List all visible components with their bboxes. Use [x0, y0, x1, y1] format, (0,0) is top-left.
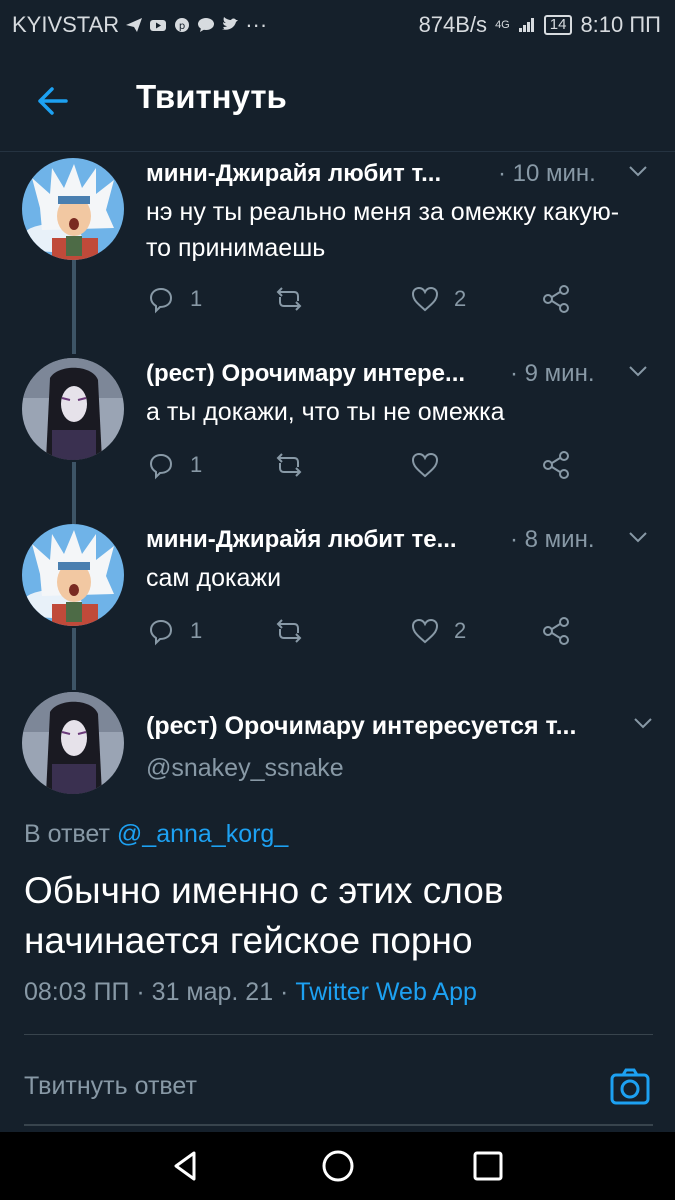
- like-count: 2: [454, 618, 467, 643]
- like-button[interactable]: 2: [410, 616, 466, 646]
- recents-square-icon[interactable]: [470, 1148, 506, 1184]
- tweet-time: · 8 мин.: [510, 526, 595, 553]
- clock: 8:10 ПП: [580, 12, 661, 37]
- source-app-link[interactable]: Twitter Web App: [295, 978, 477, 1006]
- retweet-button[interactable]: [274, 616, 318, 646]
- main-tweet-text: Обычно именно с этих слов начинается гей…: [24, 870, 504, 961]
- back-arrow-icon[interactable]: [30, 78, 76, 124]
- home-circle-icon[interactable]: [320, 1148, 356, 1184]
- back-triangle-icon[interactable]: [168, 1148, 204, 1184]
- reply-button[interactable]: 1: [146, 450, 202, 480]
- camera-icon[interactable]: [609, 1066, 651, 1108]
- more-notifications: ···: [245, 12, 268, 37]
- network-speed: 874B/s: [418, 12, 488, 37]
- retweet-button[interactable]: [274, 450, 318, 480]
- reply-to-line: В ответ @_anna_korg_: [24, 820, 288, 849]
- twitter-bird-icon: [222, 17, 239, 30]
- chat-icon: [198, 18, 215, 32]
- send-icon: [126, 18, 143, 32]
- retweet-icon: [276, 619, 302, 643]
- share-icon: [543, 285, 569, 313]
- tweet-header: мини-Джирайя любит те... · 8 мин.: [146, 524, 655, 556]
- orochimaru-avatar-image: [22, 358, 124, 460]
- tweet-actions: 1 2: [146, 284, 586, 318]
- orochimaru-avatar-image: [22, 692, 124, 794]
- divider: [24, 1034, 653, 1035]
- avatar[interactable]: [22, 158, 124, 260]
- reply-icon: [149, 453, 173, 480]
- reply-count: 1: [190, 286, 203, 311]
- tweet-header: мини-Джирайя любит т... · 10 мин.: [146, 158, 655, 190]
- system-nav-bar: [0, 1132, 675, 1200]
- thread-tweet[interactable]: мини-Джирайя любит т... · 10 мин. нэ ну …: [0, 158, 675, 343]
- page-title: Твитнуть: [136, 78, 287, 115]
- svg-text:p: p: [179, 21, 185, 32]
- tweet-actions: 1: [146, 450, 586, 484]
- author-name[interactable]: мини-Джирайя любит т...: [146, 160, 441, 188]
- heart-icon: [411, 452, 439, 478]
- reply-composer[interactable]: Твитнуть ответ: [0, 1048, 675, 1130]
- tweet-text: а ты докажи, что ты не омежка: [146, 398, 505, 426]
- avatar[interactable]: [22, 524, 124, 626]
- tweet-text: сам докажи: [146, 564, 282, 592]
- chevron-down-icon[interactable]: [625, 358, 651, 384]
- carrier-label: KYIVSTAR: [12, 12, 120, 37]
- youtube-icon: [150, 20, 167, 31]
- pinterest-icon: p: [175, 18, 190, 32]
- tweet-datetime: 08:03 ПП · 31 мар. 21 ·: [24, 978, 296, 1006]
- chevron-down-icon[interactable]: [625, 158, 651, 184]
- battery-level: 14: [549, 16, 567, 33]
- main-author-name[interactable]: (рест) Орочимару интересуется т...: [146, 712, 576, 741]
- chevron-down-icon[interactable]: [625, 524, 651, 550]
- like-count: 2: [454, 286, 467, 311]
- tweet-meta: 08:03 ПП · 31 мар. 21 · Twitter Web App: [24, 978, 477, 1007]
- share-button[interactable]: [542, 616, 572, 646]
- tweet-actions: 1 2: [146, 616, 586, 650]
- main-author-handle[interactable]: @snakey_ssnake: [146, 754, 344, 783]
- heart-icon: [411, 618, 439, 644]
- avatar[interactable]: [22, 358, 124, 460]
- main-tweet-avatar[interactable]: [22, 692, 124, 794]
- signal-icon: [518, 18, 534, 32]
- reply-to-link[interactable]: @_anna_korg_: [117, 820, 288, 848]
- chevron-down-icon[interactable]: [630, 710, 656, 736]
- tweet-header: (рест) Орочимару интере... · 9 мин.: [146, 358, 655, 390]
- status-bar: KYIVSTAR p ··· 874B/s 4G 14 8:10 ПП: [0, 0, 675, 48]
- like-button[interactable]: [410, 450, 454, 480]
- author-name[interactable]: (рест) Орочимару интере...: [146, 360, 465, 388]
- thread-tweet[interactable]: (рест) Орочимару интере... · 9 мин. а ты…: [0, 358, 675, 498]
- share-icon: [543, 617, 569, 645]
- share-button[interactable]: [542, 450, 572, 480]
- reply-button[interactable]: 1: [146, 616, 202, 646]
- network-type: 4G: [495, 19, 510, 31]
- jiraiya-avatar-image: [22, 158, 124, 260]
- author-name[interactable]: мини-Джирайя любит те...: [146, 526, 457, 554]
- heart-icon: [411, 286, 439, 312]
- like-button[interactable]: 2: [410, 284, 466, 314]
- reply-count: 1: [190, 452, 203, 477]
- reply-icon: [149, 287, 173, 314]
- reply-count: 1: [190, 618, 203, 643]
- status-left: KYIVSTAR p ···: [12, 12, 267, 38]
- tweet-time: · 10 мин.: [498, 160, 596, 187]
- retweet-icon: [276, 453, 302, 477]
- status-right: 874B/s 4G 14 8:10 ПП: [419, 12, 661, 38]
- share-button[interactable]: [542, 284, 572, 314]
- tweet-time: · 9 мин.: [510, 360, 595, 387]
- reply-to-prefix: В ответ: [24, 820, 117, 848]
- retweet-icon: [276, 287, 302, 311]
- reply-input[interactable]: Твитнуть ответ: [24, 1072, 197, 1101]
- thread-tweet[interactable]: мини-Джирайя любит те... · 8 мин. сам до…: [0, 524, 675, 664]
- app-header: Твитнуть: [0, 48, 675, 152]
- reply-icon: [149, 619, 173, 646]
- battery-icon: 14: [543, 15, 573, 35]
- tweet-text: нэ ну ты реально меня за омежку какую-то…: [146, 198, 620, 262]
- share-icon: [543, 451, 569, 479]
- reply-input-underline: [24, 1124, 653, 1126]
- jiraiya-avatar-image: [22, 524, 124, 626]
- reply-button[interactable]: 1: [146, 284, 202, 314]
- retweet-button[interactable]: [274, 284, 318, 314]
